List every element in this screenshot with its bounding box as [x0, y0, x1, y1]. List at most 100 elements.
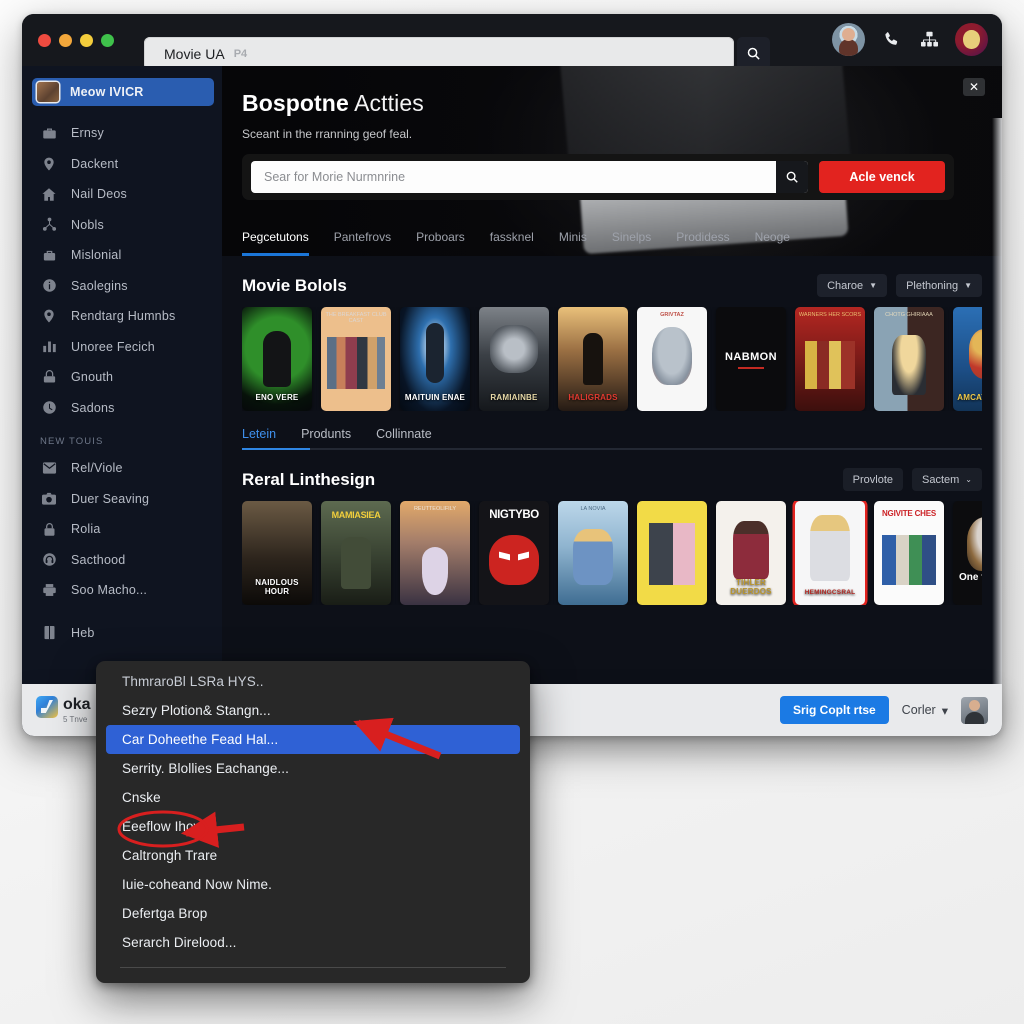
poster-rail-one[interactable]: ENO VERE THE BREAKFAST CLUB CAST MAITUIN… [242, 307, 982, 411]
minimize-window-button[interactable] [59, 33, 72, 47]
tab-proboars[interactable]: Proboars [416, 230, 465, 256]
sidebar-item-saolegins[interactable]: Saolegins [22, 271, 222, 302]
sidebar-item-label: Heb [71, 625, 95, 640]
poster-card[interactable]: NGIVITE CHES [874, 501, 944, 605]
tab-minis[interactable]: Minis [559, 230, 587, 256]
poster-card[interactable]: MAITUIN ENAE [400, 307, 470, 411]
network-icon [40, 216, 58, 234]
sidebar-active-item[interactable]: Meow IVICR [32, 78, 214, 106]
poster-title: RAMIAINBE [490, 393, 538, 402]
menu-item[interactable]: Iuie-coheand Now Nime. [96, 870, 530, 899]
sidebar-item-gnouth[interactable]: Gnouth [22, 362, 222, 393]
sidebar-item-sadons[interactable]: Sadons [22, 393, 222, 424]
sidebar-item-label: Sacthood [71, 552, 126, 567]
menu-item[interactable]: Defertga Brop [96, 899, 530, 928]
poster-card[interactable]: HALIGRADS [558, 307, 628, 411]
chevron-down-icon: ▼ [869, 281, 878, 290]
tab-neoge[interactable]: Neoge [755, 230, 790, 256]
poster-card[interactable]: ENO VERE [242, 307, 312, 411]
context-menu[interactable]: ThmraroBl LSRa HYS.. Sezry Plotion& Stan… [96, 661, 530, 983]
sidebar-item-rendtarg-humnbs[interactable]: Rendtarg Humnbs [22, 301, 222, 332]
hero-cta-button[interactable]: Acle venck [819, 161, 945, 193]
poster-card[interactable]: NIGTYBO [479, 501, 549, 605]
title-bar: Movie UA P4 [22, 14, 1002, 70]
window-traffic-lights[interactable] [38, 33, 114, 47]
sidebar-item-dackent[interactable]: Dackent [22, 149, 222, 180]
sactem-dropdown[interactable]: Sactem ⌄ [912, 468, 982, 491]
tab-collinnate[interactable]: Collinnate [376, 427, 432, 448]
poster-card[interactable]: CHOTG GHIRIAAA [874, 307, 944, 411]
sidebar-tool-heb[interactable]: Heb [22, 618, 222, 649]
sidebar-item-label: Sadons [71, 400, 115, 415]
poster-rail-two[interactable]: NAIDLOUS HOUR MAMIASIEA REUTTEOLIFILY NI… [242, 501, 982, 605]
poster-title: MAITUIN ENAE [404, 393, 466, 402]
primary-action-button[interactable]: Srig Coplt rtse [779, 696, 889, 724]
sidebar-item-nail-deos[interactable]: Nail Deos [22, 179, 222, 210]
close-icon[interactable]: ✕ [963, 78, 985, 96]
sidebar-tool-duer-seaving[interactable]: Duer Seaving [22, 484, 222, 515]
section-one-title: Movie Bolols [242, 275, 347, 295]
avatar[interactable] [961, 696, 988, 724]
poster-card[interactable]: MAMIASIEA [321, 501, 391, 605]
menu-item[interactable]: Serarch Direlood... [96, 928, 530, 957]
sidebar-tool-rel-viole[interactable]: Rel/Viole [22, 453, 222, 484]
menu-item-highlighted[interactable]: Car Doheethe Fead Hal... [106, 725, 520, 754]
provlote-button[interactable]: Provlote [842, 468, 903, 491]
hero-search-input[interactable]: Sear for Morie Nurmnrine [251, 161, 808, 193]
search-icon [786, 171, 798, 183]
hero-content: Bospotne Actties Sceant in the rranning … [222, 66, 1002, 200]
tab-produnts[interactable]: Produnts [301, 427, 351, 448]
content-right-fade [992, 118, 1002, 736]
filter-plethoning-button[interactable]: Plethoning ▼ [896, 274, 982, 297]
sidebar-item-label: Nail Deos [71, 187, 127, 202]
tab-pegcetutons[interactable]: Pegcetutons [242, 230, 309, 256]
poster-card[interactable]: WARNERS HER SCORS [795, 307, 865, 411]
sidebar-tool-sacthood[interactable]: Sacthood [22, 545, 222, 576]
filter-charoe-button[interactable]: Charoe ▼ [817, 274, 888, 297]
profile-avatar[interactable] [955, 23, 988, 56]
poster-card[interactable]: REUTTEOLIFILY [400, 501, 470, 605]
menu-item[interactable]: ThmraroBl LSRa HYS.. [96, 667, 530, 696]
poster-title: ENO VERE [255, 393, 299, 402]
poster-card[interactable]: RAMIAINBE [479, 307, 549, 411]
poster-card[interactable]: AMCATGIA 9Re [953, 307, 982, 411]
tab-sinelps[interactable]: Sinelps [612, 230, 651, 256]
sidebar-item-ernsy[interactable]: Ernsy [22, 118, 222, 149]
fullscreen-window-button[interactable] [101, 33, 114, 47]
tab-fassknel[interactable]: fassknel [490, 230, 534, 256]
corler-dropdown[interactable]: Corler ▾ [902, 703, 948, 718]
sidebar-item-unoree-fecich[interactable]: Unoree Fecich [22, 332, 222, 363]
close-window-button[interactable] [38, 33, 51, 47]
sidebar-item-nobls[interactable]: Nobls [22, 210, 222, 241]
poster-card[interactable]: GRIVTAZ [637, 307, 707, 411]
menu-item[interactable]: Caltrongh Trare [96, 841, 530, 870]
sidebar-tool-soo-macho[interactable]: Soo Macho... [22, 575, 222, 606]
apps-grid-icon[interactable] [917, 28, 941, 52]
poster-card[interactable]: THE BREAKFAST CLUB CAST [321, 307, 391, 411]
menu-item[interactable]: Serrity. Blollies Eachange... [96, 754, 530, 783]
zoom-window-button[interactable] [80, 33, 93, 47]
sidebar-tool-rolia[interactable]: Rolia [22, 514, 222, 545]
poster-card-selected[interactable]: HEMINGCSRAL [795, 501, 865, 605]
user-avatar[interactable] [832, 23, 865, 56]
poster-card[interactable] [637, 501, 707, 605]
poster-card[interactable]: LA NOVIA [558, 501, 628, 605]
menu-item[interactable]: Cnske [96, 783, 530, 812]
poster-card[interactable]: One the [953, 501, 982, 605]
sidebar-item-label: Ernsy [71, 126, 104, 141]
poster-card[interactable]: NAIDLOUS HOUR [242, 501, 312, 605]
menu-item-eeeflow-ihow[interactable]: Eeeflow Ihow [96, 812, 530, 841]
hero-search-placeholder: Sear for Morie Nurmnrine [264, 170, 406, 184]
phone-icon[interactable] [879, 28, 903, 52]
menu-item[interactable]: Sezry Plotion& Stangn... [96, 696, 530, 725]
tab-pantefrovs[interactable]: Pantefrovs [334, 230, 391, 256]
sidebar: Meow IVICR Ernsy Dackent Nail Deos Nobls… [22, 66, 222, 736]
poster-card[interactable]: NABMON [716, 307, 786, 411]
tab-letein[interactable]: Letein [242, 427, 276, 448]
screenshot-stage: Movie UA P4 Meow IVICR Ernsy Dackent Nai… [0, 0, 1024, 1024]
hero-search-button[interactable] [776, 161, 808, 193]
poster-card[interactable]: TIHLER DUERDOS [716, 501, 786, 605]
brand-tagline: 5 Tnve [63, 715, 88, 724]
sidebar-item-mislonial[interactable]: Mislonial [22, 240, 222, 271]
tab-prodidess[interactable]: Prodidess [676, 230, 729, 256]
